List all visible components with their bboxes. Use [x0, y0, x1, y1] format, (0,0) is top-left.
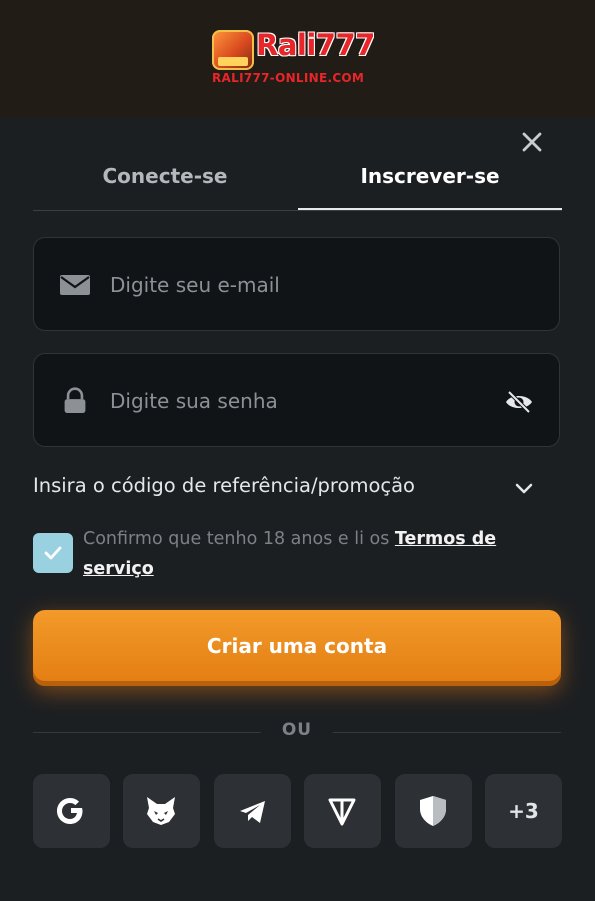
chevron-down-icon [515, 483, 533, 494]
terms-checkbox[interactable] [33, 533, 73, 573]
password-input[interactable] [108, 374, 492, 428]
password-field[interactable] [33, 353, 560, 447]
email-input[interactable] [108, 258, 492, 312]
logo-image [212, 30, 254, 70]
tab-register[interactable]: Inscrever-se [298, 150, 562, 210]
social-login-row: +3 [33, 774, 562, 848]
divider-line-right [333, 732, 561, 733]
shield-login-button[interactable] [394, 774, 472, 848]
brand-logo[interactable]: Rali777 RALI777-ONLINE.COM [210, 28, 390, 88]
google-login-button[interactable] [33, 774, 110, 848]
google-icon [57, 798, 83, 824]
fox-icon [147, 797, 176, 825]
terms-prefix: Confirmo que tenho 18 anos e li os [83, 529, 395, 549]
terms-text: Confirmo que tenho 18 anos e li os Termo… [83, 524, 553, 584]
brand-domain: RALI777-ONLINE.COM [212, 71, 365, 85]
promo-code-toggle[interactable]: Insira o código de referência/promoção [33, 470, 543, 506]
or-divider: OU [33, 718, 561, 746]
lock-icon [64, 387, 86, 413]
ton-icon [328, 798, 356, 826]
ton-login-button[interactable] [304, 774, 382, 848]
eye-off-icon[interactable] [504, 390, 534, 414]
telegram-login-button[interactable] [213, 774, 291, 848]
shield-icon [419, 796, 446, 826]
or-label: OU [281, 720, 313, 740]
promo-code-label: Insira o código de referência/promoção [33, 474, 415, 497]
more-logins-button[interactable]: +3 [485, 774, 562, 848]
brand-name: Rali777 [256, 28, 375, 62]
top-banner: Rali777 RALI777-ONLINE.COM [0, 0, 595, 118]
tab-login[interactable]: Conecte-se [33, 150, 297, 208]
metamask-login-button[interactable] [123, 774, 201, 848]
email-field[interactable] [33, 237, 560, 331]
telegram-icon [239, 801, 265, 823]
auth-tabs: Conecte-se Inscrever-se [33, 150, 562, 211]
create-account-button[interactable]: Criar uma conta [33, 610, 561, 686]
envelope-icon [60, 275, 90, 295]
check-icon [44, 546, 62, 560]
